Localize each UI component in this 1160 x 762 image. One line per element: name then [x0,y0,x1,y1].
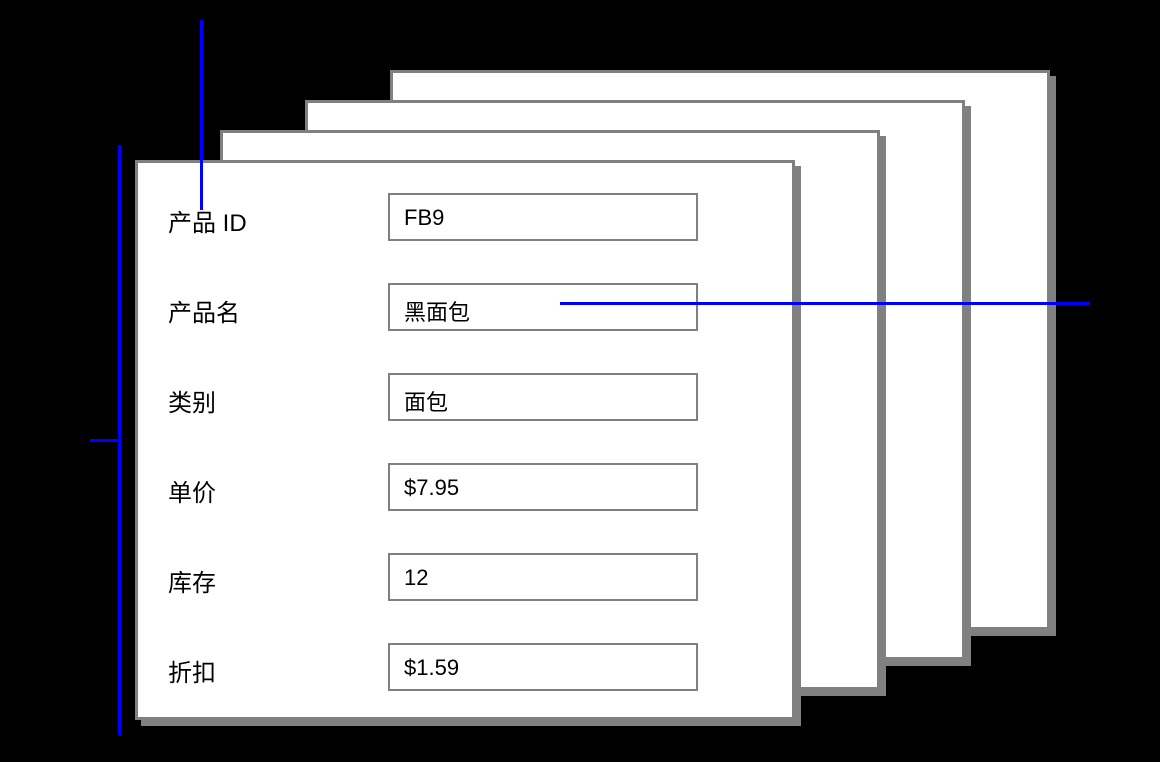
field-value-unit-price: $7.95 [388,463,698,511]
field-value-stock: 12 [388,553,698,601]
field-row-discount: 折扣 $1.59 [138,643,792,693]
field-value-category: 面包 [388,373,698,421]
field-value-product-name: 黑面包 [388,283,698,331]
annotation-line-column-vertical [200,20,203,210]
field-label-unit-price: 单价 [168,473,368,508]
field-value-discount: $1.59 [388,643,698,691]
field-row-stock: 库存 12 [138,553,792,603]
field-label-product-name: 产品名 [168,293,368,328]
annotation-line-record-vertical [118,145,121,735]
field-label-stock: 库存 [168,563,368,598]
annotation-line-field-horizontal [560,302,1090,305]
field-row-unit-price: 单价 $7.95 [138,463,792,513]
field-row-product-name: 产品名 黑面包 [138,283,792,333]
field-row-category: 类别 面包 [138,373,792,423]
annotation-line-record-tick [90,439,118,442]
record-fields: 产品 ID FB9 产品名 黑面包 类别 面包 单价 $7.95 库存 12 折… [138,163,792,717]
diagram-stage: 产品 ID FB9 产品名 黑面包 类别 面包 单价 $7.95 库存 12 折… [0,0,1160,762]
field-label-category: 类别 [168,383,368,418]
field-value-product-id: FB9 [388,193,698,241]
record-card-front: 产品 ID FB9 产品名 黑面包 类别 面包 单价 $7.95 库存 12 折… [135,160,795,720]
field-label-product-id: 产品 ID [168,203,368,238]
field-label-discount: 折扣 [168,653,368,688]
field-row-product-id: 产品 ID FB9 [138,193,792,243]
